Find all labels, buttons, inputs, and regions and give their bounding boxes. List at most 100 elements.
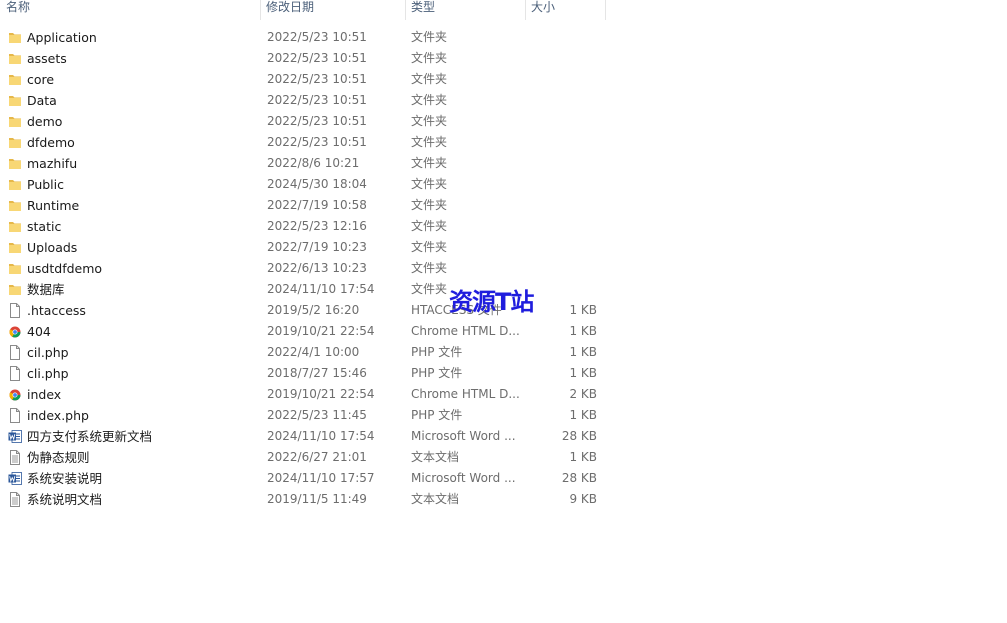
file-size: 1 KB: [569, 345, 597, 359]
file-date: 2022/5/23 10:51: [267, 114, 367, 128]
file-size: 9 KB: [569, 492, 597, 506]
folder-icon: [8, 93, 22, 108]
file-name: 四方支付系统更新文档: [27, 429, 153, 444]
file-row[interactable]: 伪静态规则 2022/6/27 21:01 文本文档 1 KB: [0, 447, 606, 468]
file-row[interactable]: mazhifu 2022/8/6 10:21 文件夹: [0, 153, 606, 174]
file-size: 1 KB: [569, 303, 597, 317]
column-header-name[interactable]: 名称: [0, 0, 260, 18]
file-row[interactable]: cil.php 2022/4/1 10:00 PHP 文件 1 KB: [0, 342, 606, 363]
file-row[interactable]: 系统说明文档 2019/11/5 11:49 文本文档 9 KB: [0, 489, 606, 510]
file-type: 文件夹: [411, 114, 448, 128]
file-size: [525, 237, 597, 258]
file-size: [525, 48, 597, 69]
file-date: 2019/10/21 22:54: [267, 324, 375, 338]
folder-icon: [8, 51, 22, 66]
file-name: 伪静态规则: [27, 450, 90, 465]
file-size: [525, 279, 597, 300]
file-date: 2022/5/23 11:45: [267, 408, 367, 422]
file-row[interactable]: Public 2024/5/30 18:04 文件夹: [0, 174, 606, 195]
file-explorer: 名称 修改日期 类型 大小 Application 2022/5/23 10:51…: [0, 0, 1007, 623]
file-name: mazhifu: [27, 156, 78, 171]
file-icon: [8, 366, 22, 381]
file-row[interactable]: core 2022/5/23 10:51 文件夹: [0, 69, 606, 90]
file-row[interactable]: Uploads 2022/7/19 10:23 文件夹: [0, 237, 606, 258]
file-size: [525, 195, 597, 216]
file-name: Public: [27, 177, 64, 192]
file-row[interactable]: Application 2022/5/23 10:51 文件夹: [0, 27, 606, 48]
file-name: 系统说明文档: [27, 492, 103, 507]
file-type: 文件夹: [411, 261, 448, 275]
file-type: Chrome HTML D...: [411, 387, 520, 401]
file-name: demo: [27, 114, 63, 129]
file-type: Chrome HTML D...: [411, 324, 520, 338]
file-size: 1 KB: [569, 450, 597, 464]
file-name: .htaccess: [27, 303, 86, 318]
column-divider[interactable]: [605, 0, 606, 20]
column-header-date[interactable]: 修改日期: [260, 0, 405, 18]
file-row[interactable]: index.php 2022/5/23 11:45 PHP 文件 1 KB: [0, 405, 606, 426]
file-date: 2019/10/21 22:54: [267, 387, 375, 401]
folder-icon: [8, 219, 22, 234]
file-date: 2022/5/23 10:51: [267, 72, 367, 86]
file-date: 2024/11/10 17:57: [267, 471, 375, 485]
file-row[interactable]: dfdemo 2022/5/23 10:51 文件夹: [0, 132, 606, 153]
folder-icon: [8, 30, 22, 45]
file-name: Uploads: [27, 240, 78, 255]
file-name: index.php: [27, 408, 89, 423]
file-date: 2022/7/19 10:58: [267, 198, 367, 212]
file-size: 1 KB: [569, 366, 597, 380]
file-row[interactable]: Runtime 2022/7/19 10:58 文件夹: [0, 195, 606, 216]
file-name: index: [27, 387, 62, 402]
column-header-type[interactable]: 类型: [405, 0, 525, 18]
folder-icon: [8, 261, 22, 276]
file-date: 2024/11/10 17:54: [267, 282, 375, 296]
file-size: 28 KB: [561, 429, 597, 443]
file-row[interactable]: 404 2019/10/21 22:54 Chrome HTML D... 1 KB: [0, 321, 606, 342]
folder-icon: [8, 114, 22, 129]
file-name: static: [27, 219, 62, 234]
file-row[interactable]: cli.php 2018/7/27 15:46 PHP 文件 1 KB: [0, 363, 606, 384]
file-row[interactable]: demo 2022/5/23 10:51 文件夹: [0, 111, 606, 132]
folder-icon: [8, 177, 22, 192]
file-row[interactable]: 四方支付系统更新文档 2024/11/10 17:54 Microsoft Word…: [0, 426, 606, 447]
file-type: 文件夹: [411, 177, 448, 191]
column-header-size[interactable]: 大小: [525, 0, 605, 18]
text-file-icon: [8, 450, 22, 465]
file-size: 28 KB: [561, 471, 597, 485]
file-date: 2022/5/23 12:16: [267, 219, 367, 233]
file-date: 2022/4/1 10:00: [267, 345, 360, 359]
file-size: [525, 258, 597, 279]
file-size: 2 KB: [569, 387, 597, 401]
file-size: [525, 27, 597, 48]
file-type: 文件夹: [411, 156, 448, 170]
text-file-icon: [8, 492, 22, 507]
folder-icon: [8, 135, 22, 150]
file-row[interactable]: usdtdfdemo 2022/6/13 10:23 文件夹: [0, 258, 606, 279]
file-type: 文件夹: [411, 240, 448, 254]
file-date: 2019/5/2 16:20: [267, 303, 360, 317]
file-size: [525, 174, 597, 195]
file-name: core: [27, 72, 55, 87]
file-row[interactable]: static 2022/5/23 12:16 文件夹: [0, 216, 606, 237]
file-type: 文件夹: [411, 72, 448, 86]
watermark-text: 资源T站: [449, 288, 534, 316]
file-row[interactable]: 系统安装说明 2024/11/10 17:57 Microsoft Word ...…: [0, 468, 606, 489]
file-date: 2022/7/19 10:23: [267, 240, 367, 254]
file-size: [525, 69, 597, 90]
file-row[interactable]: Data 2022/5/23 10:51 文件夹: [0, 90, 606, 111]
file-name: 数据库: [27, 282, 65, 297]
file-name: Runtime: [27, 198, 80, 213]
file-type: 文本文档: [411, 450, 460, 464]
chrome-icon: [8, 324, 22, 339]
file-name: 404: [27, 324, 51, 339]
file-type: 文件夹: [411, 219, 448, 233]
file-name: 系统安装说明: [27, 471, 103, 486]
folder-icon: [8, 198, 22, 213]
file-row[interactable]: index 2019/10/21 22:54 Chrome HTML D... 2 K…: [0, 384, 606, 405]
file-list: Application 2022/5/23 10:51 文件夹 assets 2022/…: [0, 27, 606, 510]
folder-icon: [8, 240, 22, 255]
file-type: 文件夹: [411, 30, 448, 44]
file-type: 文本文档: [411, 492, 460, 506]
file-type: Microsoft Word ...: [411, 471, 516, 485]
file-row[interactable]: assets 2022/5/23 10:51 文件夹: [0, 48, 606, 69]
